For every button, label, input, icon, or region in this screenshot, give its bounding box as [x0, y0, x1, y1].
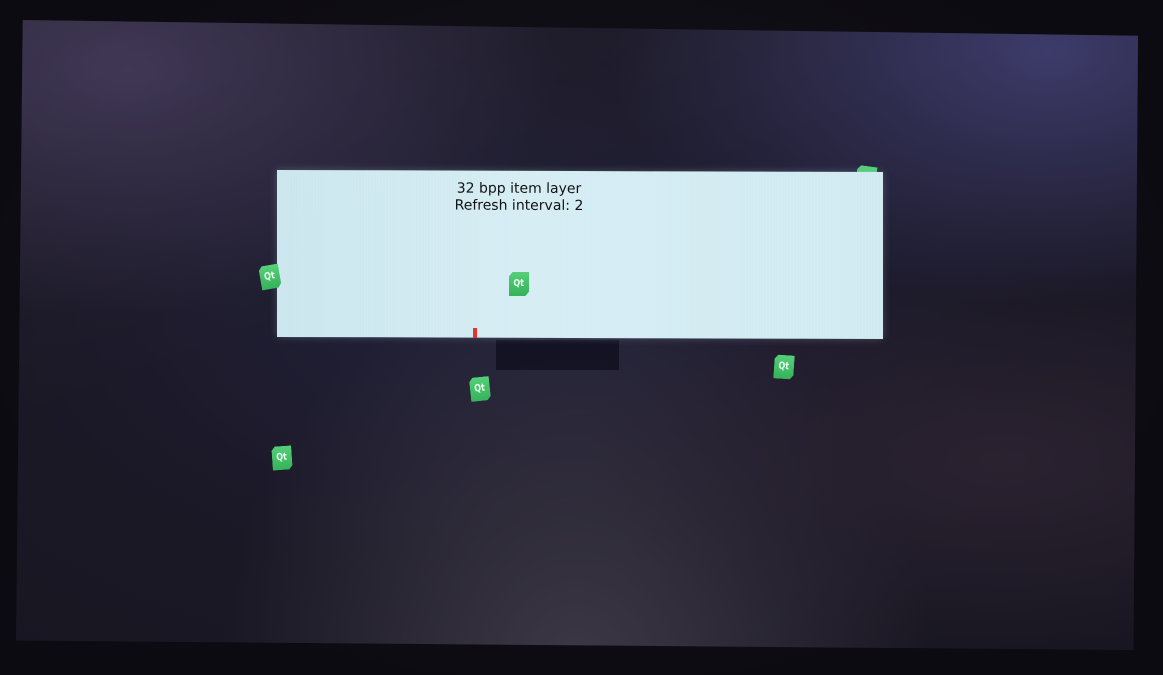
display-screen: Qt 32 bpp item layer Refresh interval: 2… [16, 20, 1138, 650]
red-marker [473, 328, 477, 338]
layer-title: 32 bpp item layer [456, 180, 582, 198]
refresh-interval-label: Refresh interval: 2 [454, 197, 584, 215]
qt-logo-icon: Qt [773, 354, 795, 379]
photo-frame: Qt 32 bpp item layer Refresh interval: 2… [0, 0, 1163, 675]
qt-logo-icon: Qt [258, 263, 282, 290]
qt-logo-icon: Qt [271, 445, 293, 470]
qt-logo-icon: Qt [469, 376, 491, 402]
item-layer-panel: 32 bpp item layer Refresh interval: 2 [277, 169, 883, 340]
qt-logo-icon: Qt [509, 272, 529, 296]
shadow-rect [496, 340, 619, 370]
